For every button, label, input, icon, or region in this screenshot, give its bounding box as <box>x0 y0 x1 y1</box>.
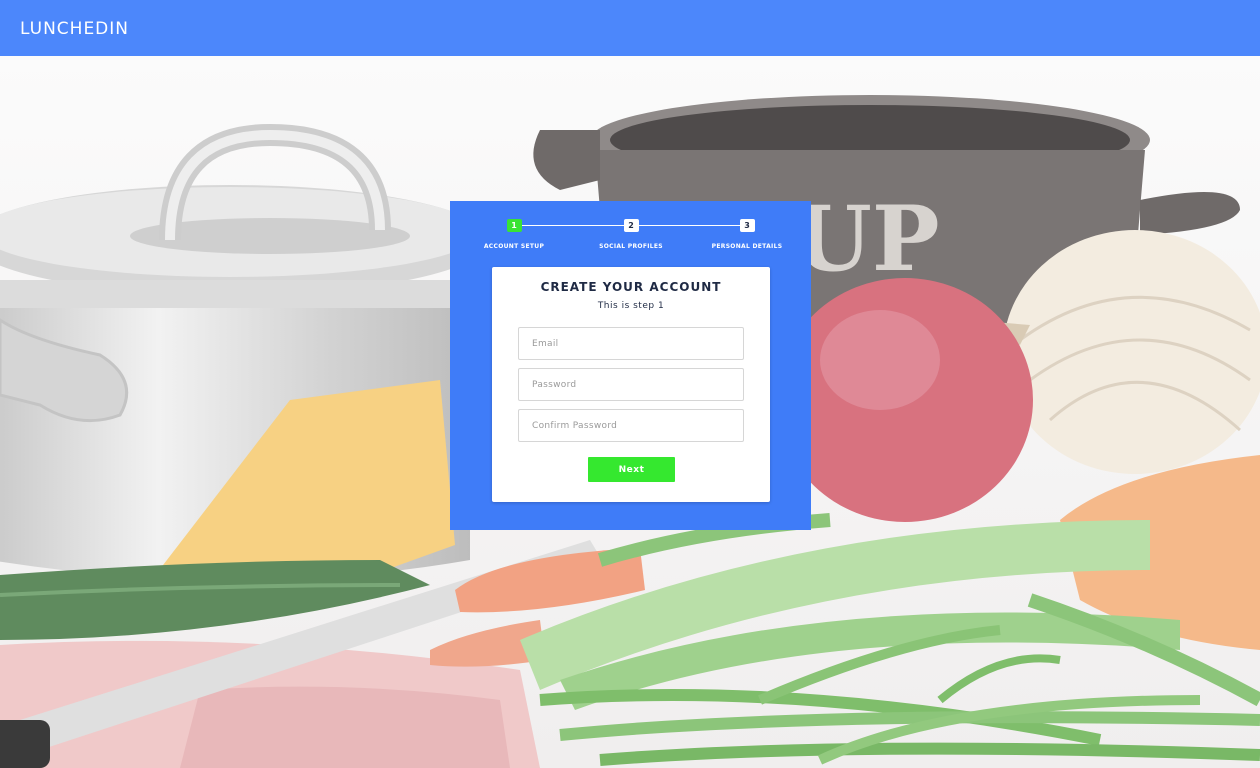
step-number: 1 <box>506 219 522 232</box>
account-form: CREATE YOUR ACCOUNT This is step 1 Next <box>492 267 770 502</box>
step-progress: 1 ACCOUNT SETUP 2 SOCIAL PROFILES 3 PERS… <box>450 201 811 261</box>
step-number: 2 <box>623 219 639 232</box>
step-label: ACCOUNT SETUP <box>483 243 545 250</box>
email-field[interactable] <box>518 327 744 360</box>
brand-logo[interactable]: LUNCHEDIN <box>20 19 129 39</box>
step-label: SOCIAL PROFILES <box>599 243 663 250</box>
step-social-profiles[interactable]: 2 SOCIAL PROFILES <box>571 219 691 251</box>
step-account-setup[interactable]: 1 ACCOUNT SETUP <box>454 219 574 251</box>
form-subtitle: This is step 1 <box>597 301 665 311</box>
step-number: 3 <box>739 219 755 232</box>
password-field[interactable] <box>518 368 744 401</box>
step-personal-details[interactable]: 3 PERSONAL DETAILS <box>687 219 807 251</box>
confirm-password-field[interactable] <box>518 409 744 442</box>
next-button[interactable]: Next <box>588 457 675 482</box>
signup-card: 1 ACCOUNT SETUP 2 SOCIAL PROFILES 3 PERS… <box>450 201 811 530</box>
form-title: CREATE YOUR ACCOUNT <box>540 280 722 294</box>
step-label: PERSONAL DETAILS <box>711 243 783 250</box>
top-navbar: LUNCHEDIN <box>0 0 1260 56</box>
